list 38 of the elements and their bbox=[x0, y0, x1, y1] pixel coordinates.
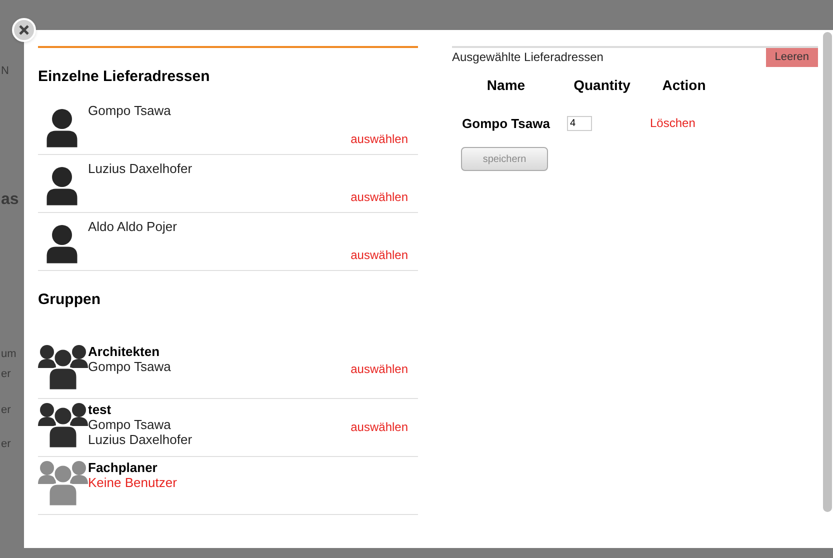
person-name: Gompo Tsawa bbox=[88, 102, 171, 120]
select-link[interactable]: auswählen bbox=[350, 130, 408, 148]
background-text: er bbox=[1, 403, 11, 418]
person-icon bbox=[44, 108, 80, 148]
clear-button[interactable]: Leeren bbox=[766, 48, 818, 66]
group-name: Architekten bbox=[88, 344, 160, 359]
column-header: Action bbox=[661, 76, 707, 94]
member-name: Gompo Tsawa bbox=[88, 417, 171, 432]
section-title: Gruppen bbox=[38, 290, 102, 310]
person-icon bbox=[44, 224, 80, 264]
background-text: er bbox=[1, 437, 11, 452]
column-header: Quantity bbox=[572, 76, 632, 95]
quantity-field[interactable]: 4 bbox=[567, 116, 592, 131]
column-header: Name bbox=[486, 76, 526, 94]
background-text: um bbox=[1, 347, 16, 362]
close-button[interactable] bbox=[12, 18, 36, 42]
group-name: test bbox=[88, 402, 112, 417]
background-text: N bbox=[1, 64, 9, 79]
person-name: Luzius Daxelhofer bbox=[88, 160, 192, 178]
panel-title: Ausgewählte Lieferadressen bbox=[452, 49, 604, 66]
person-icon bbox=[44, 166, 80, 206]
section-title: Einzelne Lieferadressen bbox=[38, 67, 211, 87]
select-link[interactable]: auswählen bbox=[350, 246, 408, 264]
member-name: Luzius Daxelhofer bbox=[88, 432, 192, 447]
group-name: Fachplaner bbox=[88, 460, 158, 475]
empty-note: Keine Benutzer bbox=[88, 475, 177, 490]
delete-link[interactable]: Löschen bbox=[650, 114, 696, 132]
member-name: Gompo Tsawa bbox=[88, 359, 171, 374]
table-cell-text: Gompo Tsawa bbox=[461, 114, 551, 133]
select-link[interactable]: auswählen bbox=[350, 188, 408, 206]
background-text: as bbox=[1, 192, 19, 208]
save-button[interactable]: speichern bbox=[461, 147, 548, 171]
background-text: er bbox=[1, 367, 11, 382]
select-link[interactable]: auswählen bbox=[350, 418, 408, 436]
scrollbar[interactable] bbox=[823, 32, 832, 512]
close-icon bbox=[19, 25, 29, 35]
person-name: Aldo Aldo Pojer bbox=[88, 218, 177, 236]
select-link[interactable]: auswählen bbox=[350, 360, 408, 378]
